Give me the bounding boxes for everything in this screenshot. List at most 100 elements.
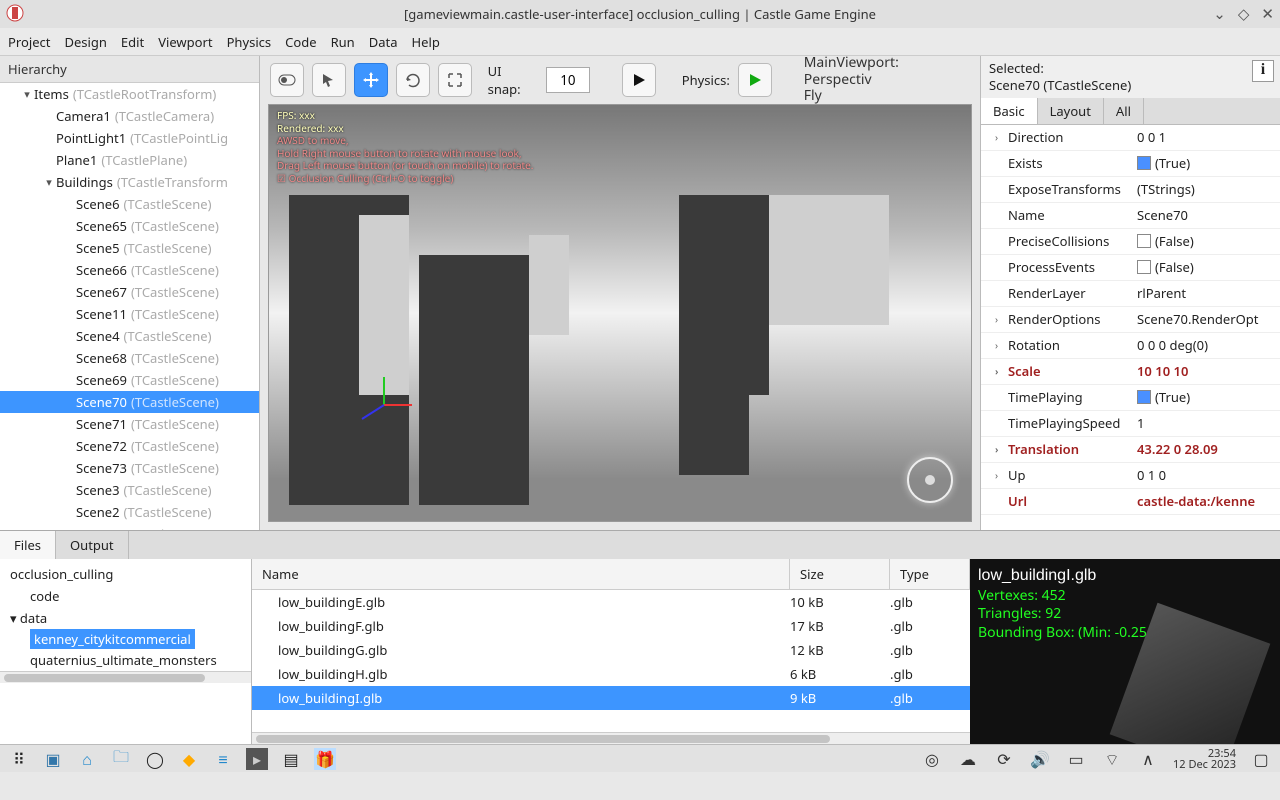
close-icon[interactable]: ✕ [1261, 4, 1274, 24]
hierarchy-item[interactable]: Plane1(TCastlePlane) [0, 149, 259, 171]
tab-layout[interactable]: Layout [1038, 98, 1104, 124]
hierarchy-item[interactable]: Scene6(TCastleScene) [0, 193, 259, 215]
property-row[interactable]: ›RenderOptionsScene70.RenderOpt [981, 307, 1280, 333]
taskbar-app2-icon[interactable]: ◆ [178, 748, 200, 770]
tab-all[interactable]: All [1104, 98, 1144, 124]
hierarchy-item[interactable]: Scene67(TCastleScene) [0, 281, 259, 303]
select-tool[interactable] [312, 63, 346, 97]
folder-node[interactable]: kenney_citykitcommercial [30, 629, 195, 649]
menu-design[interactable]: Design [64, 33, 106, 51]
viewport-3d[interactable]: FPS: xxx Rendered: xxx AWSD to move, Hol… [268, 104, 972, 522]
taskbar-chrome-icon[interactable]: ◯ [144, 748, 166, 770]
hierarchy-item[interactable]: Scene5(TCastleScene) [0, 237, 259, 259]
maximize-icon[interactable]: ◇ [1238, 4, 1250, 24]
minimize-icon[interactable]: ⌄ [1213, 4, 1226, 24]
folder-node[interactable]: code [0, 585, 251, 607]
hierarchy-item[interactable]: Scene2(TCastleScene) [0, 501, 259, 523]
start-icon[interactable]: ⠿ [8, 748, 30, 770]
taskbar-store-icon[interactable]: ⌂ [76, 748, 98, 770]
hierarchy-item[interactable]: Scene11(TCastleScene) [0, 303, 259, 325]
hierarchy-item[interactable]: Scene4(TCastleScene) [0, 325, 259, 347]
menu-code[interactable]: Code [285, 33, 316, 51]
property-row[interactable]: Urlcastle-data:/kenne [981, 489, 1280, 515]
tray-volume-icon[interactable]: 🔊 [1029, 748, 1051, 770]
taskbar-terminal-icon[interactable]: ▸ [246, 748, 268, 770]
property-row[interactable]: ›Direction0 0 1 [981, 125, 1280, 151]
tray-battery-icon[interactable]: ▭ [1065, 748, 1087, 770]
taskbar-app1-icon[interactable]: ▣ [42, 748, 64, 770]
menu-physics[interactable]: Physics [227, 33, 272, 51]
transform-gizmo[interactable] [354, 375, 414, 435]
file-row[interactable]: low_buildingI.glb9 kB.glb [252, 686, 970, 710]
toggle-tool[interactable] [270, 63, 304, 97]
hierarchy-item[interactable]: Camera1(TCastleCamera) [0, 105, 259, 127]
play-button[interactable] [622, 63, 656, 97]
property-row[interactable]: ProcessEvents(False) [981, 255, 1280, 281]
hierarchy-item[interactable]: Scene69(TCastleScene) [0, 369, 259, 391]
hierarchy-item[interactable]: Scene72(TCastleScene) [0, 435, 259, 457]
property-row[interactable]: RenderLayerrlParent [981, 281, 1280, 307]
filelist-scrollbar[interactable] [252, 732, 970, 744]
property-row[interactable]: ›Up0 1 0 [981, 463, 1280, 489]
menu-run[interactable]: Run [331, 33, 355, 51]
info-button[interactable]: i [1252, 60, 1274, 82]
taskbar-files-icon[interactable]: 🗀 [110, 748, 132, 770]
uisnap-input[interactable] [546, 67, 590, 93]
hierarchy-item[interactable]: Scene66(TCastleScene) [0, 259, 259, 281]
file-row[interactable]: low_buildingE.glb10 kB.glb [252, 590, 970, 614]
tray-desktop-icon[interactable]: ▢ [1250, 748, 1272, 770]
property-row[interactable]: TimePlayingSpeed1 [981, 411, 1280, 437]
tab-basic[interactable]: Basic [981, 98, 1038, 124]
file-row[interactable]: low_buildingF.glb17 kB.glb [252, 614, 970, 638]
filelist-col-name[interactable]: Name [252, 559, 790, 589]
menu-help[interactable]: Help [412, 33, 440, 51]
tray-clock[interactable]: 23:54 12 Dec 2023 [1173, 748, 1236, 770]
taskbar-castle-icon[interactable]: 🎁 [314, 748, 336, 770]
hierarchy-item[interactable]: Scene65(TCastleScene) [0, 215, 259, 237]
hierarchy-item[interactable]: Scene73(TCastleScene) [0, 457, 259, 479]
physics-play-button[interactable] [738, 63, 772, 97]
menu-viewport[interactable]: Viewport [158, 33, 212, 51]
hierarchy-item[interactable]: Scene70(TCastleScene) [0, 391, 259, 413]
taskbar-vscode-icon[interactable]: ≡ [212, 748, 234, 770]
property-row[interactable]: Exists(True) [981, 151, 1280, 177]
filelist-col-type[interactable]: Type [890, 559, 970, 589]
tray-wifi-icon[interactable]: ⌔ [1101, 748, 1123, 770]
filelist-col-size[interactable]: Size [790, 559, 890, 589]
hierarchy-item[interactable]: ▾Buildings(TCastleTransform [0, 171, 259, 193]
hierarchy-item[interactable]: PointLight1(TCastlePointLig [0, 127, 259, 149]
tab-output[interactable]: Output [56, 531, 129, 559]
property-row[interactable]: ›Scale10 10 10 [981, 359, 1280, 385]
property-row[interactable]: NameScene70 [981, 203, 1280, 229]
scale-tool[interactable] [438, 63, 472, 97]
menu-data[interactable]: Data [369, 33, 398, 51]
tray-cloud-icon[interactable]: ☁ [957, 748, 979, 770]
hierarchy-item[interactable]: ▾Items(TCastleRootTransform) [0, 83, 259, 105]
property-row[interactable]: ›Translation43.22 0 28.09 [981, 437, 1280, 463]
hierarchy-item[interactable]: Scene1(TCastleScene) [0, 523, 259, 530]
menu-edit[interactable]: Edit [121, 33, 144, 51]
folder-node[interactable]: ▾ data [0, 607, 251, 629]
file-row[interactable]: low_buildingG.glb12 kB.glb [252, 638, 970, 662]
file-row[interactable]: low_buildingH.glb6 kB.glb [252, 662, 970, 686]
property-row[interactable]: ›Rotation0 0 0 deg(0) [981, 333, 1280, 359]
folder-node[interactable]: occlusion_culling [0, 563, 251, 585]
hierarchy-item[interactable]: Scene68(TCastleScene) [0, 347, 259, 369]
navigation-gizmo[interactable] [907, 457, 953, 503]
property-row[interactable]: PreciseCollisions(False) [981, 229, 1280, 255]
hierarchy-item[interactable]: Scene71(TCastleScene) [0, 413, 259, 435]
folder-scrollbar[interactable] [0, 671, 251, 683]
hierarchy-tree[interactable]: ▾Items(TCastleRootTransform)Camera1(TCas… [0, 83, 259, 530]
file-rows[interactable]: low_buildingE.glb10 kB.glblow_buildingF.… [252, 590, 970, 732]
tray-bluetooth-icon[interactable]: ∧ [1137, 748, 1159, 770]
tray-sync-icon[interactable]: ◎ [921, 748, 943, 770]
property-row[interactable]: ExposeTransforms(TStrings) [981, 177, 1280, 203]
tray-updates-icon[interactable]: ⟳ [993, 748, 1015, 770]
rotate-tool[interactable] [396, 63, 430, 97]
tab-files[interactable]: Files [0, 531, 56, 559]
property-grid[interactable]: ›Direction0 0 1Exists(True)ExposeTransfo… [981, 125, 1280, 530]
menu-project[interactable]: Project [8, 33, 50, 51]
folder-node[interactable]: quaternius_ultimate_monsters [0, 649, 251, 671]
move-tool[interactable] [354, 63, 388, 97]
folder-tree[interactable]: occlusion_cullingcode▾ datakenney_cityki… [0, 559, 252, 744]
